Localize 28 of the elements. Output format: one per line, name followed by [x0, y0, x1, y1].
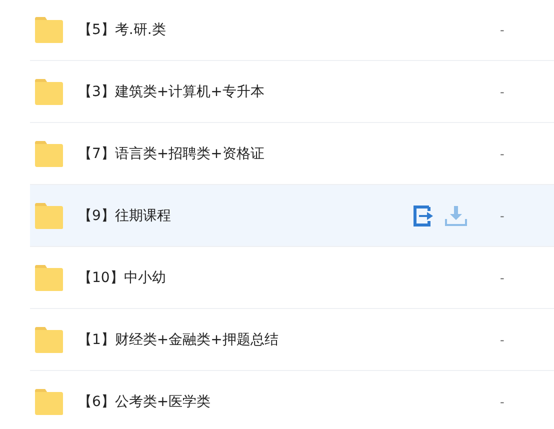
file-row-selected[interactable]: 【9】往期课程 - [30, 185, 554, 247]
file-name[interactable]: 【9】往期课程 [78, 206, 171, 224]
file-name[interactable]: 【5】考.研.类 [78, 20, 166, 38]
file-row[interactable]: 【3】建筑类+计算机+专升本 - [30, 61, 554, 123]
file-size: - [500, 146, 504, 160]
file-size: - [500, 332, 504, 346]
share-icon[interactable] [413, 204, 435, 226]
folder-icon [34, 202, 64, 230]
file-name[interactable]: 【1】财经类+金融类+押题总结 [78, 330, 278, 348]
file-size: - [500, 208, 504, 222]
folder-icon [34, 264, 64, 292]
file-size: - [500, 22, 504, 36]
file-name[interactable]: 【6】公考类+医学类 [78, 392, 211, 410]
file-row[interactable]: 【10】中小幼 - [30, 247, 554, 309]
file-row[interactable]: 【1】财经类+金融类+押题总结 - [30, 309, 554, 371]
folder-icon [34, 388, 64, 416]
folder-icon [34, 78, 64, 106]
file-size: - [500, 394, 504, 408]
folder-icon [34, 140, 64, 168]
file-name[interactable]: 【7】语言类+招聘类+资格证 [78, 144, 264, 162]
folder-icon [34, 326, 64, 354]
file-row[interactable]: 【5】考.研.类 - [30, 0, 554, 61]
file-size: - [500, 270, 504, 284]
file-name[interactable]: 【10】中小幼 [78, 268, 166, 286]
file-name[interactable]: 【3】建筑类+计算机+专升本 [78, 82, 264, 100]
file-size: - [500, 84, 504, 98]
folder-icon [34, 16, 64, 44]
file-row[interactable]: 【6】公考类+医学类 - [30, 371, 554, 429]
